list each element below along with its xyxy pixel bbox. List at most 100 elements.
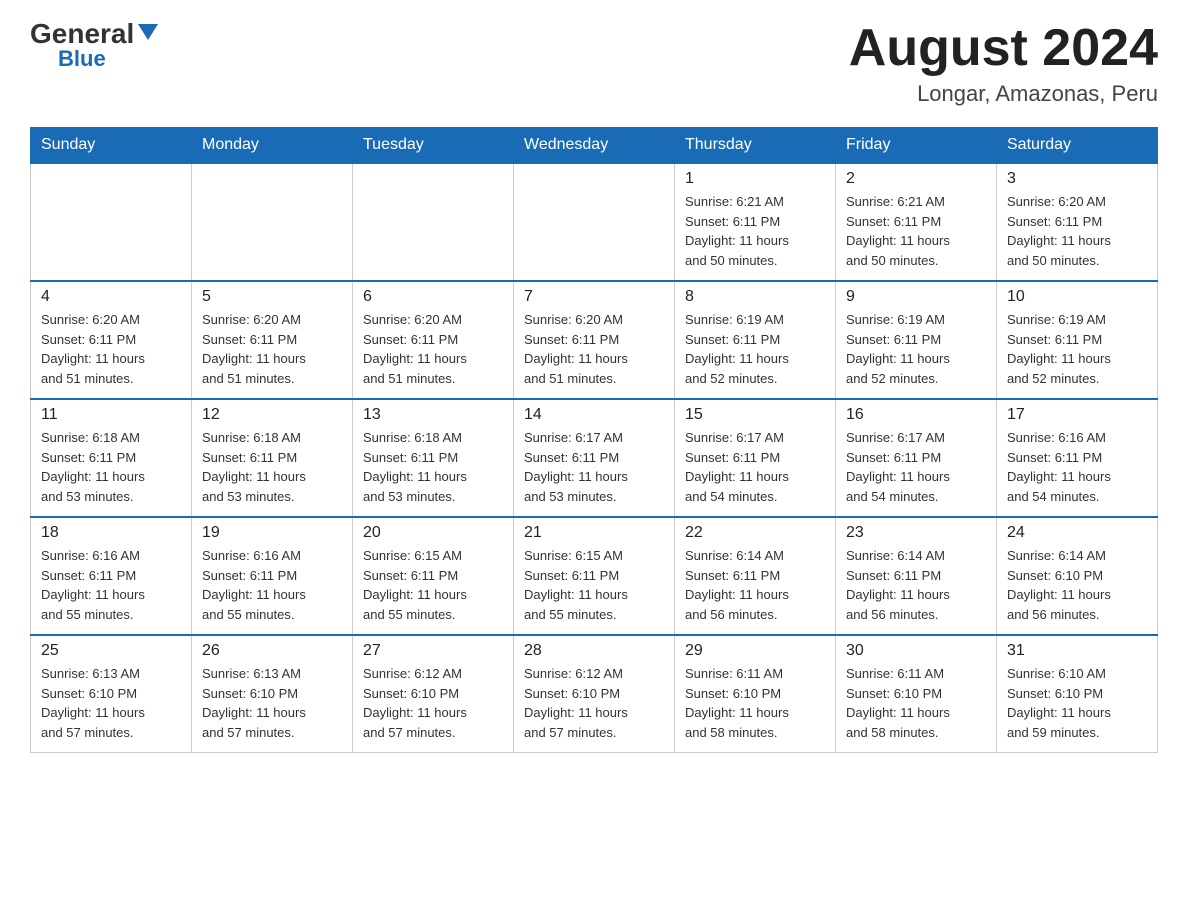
calendar-cell: 19 Sunrise: 6:16 AMSunset: 6:11 PMDayligh…: [192, 517, 353, 635]
month-title: August 2024: [849, 20, 1158, 77]
day-info: Sunrise: 6:17 AMSunset: 6:11 PMDaylight:…: [685, 428, 825, 506]
day-number: 18: [41, 524, 181, 542]
day-number: 31: [1007, 642, 1147, 660]
logo-triangle-icon: [138, 24, 158, 40]
day-number: 2: [846, 170, 986, 188]
weekday-header: Monday: [192, 128, 353, 164]
day-info: Sunrise: 6:20 AMSunset: 6:11 PMDaylight:…: [363, 310, 503, 388]
day-info: Sunrise: 6:14 AMSunset: 6:11 PMDaylight:…: [685, 546, 825, 624]
calendar-cell: 13 Sunrise: 6:18 AMSunset: 6:11 PMDayligh…: [353, 399, 514, 517]
weekday-header: Tuesday: [353, 128, 514, 164]
calendar-cell: 5 Sunrise: 6:20 AMSunset: 6:11 PMDaylight…: [192, 281, 353, 399]
day-info: Sunrise: 6:15 AMSunset: 6:11 PMDaylight:…: [524, 546, 664, 624]
logo-general-text: General: [30, 20, 134, 48]
day-info: Sunrise: 6:17 AMSunset: 6:11 PMDaylight:…: [846, 428, 986, 506]
weekday-header: Saturday: [997, 128, 1158, 164]
day-number: 10: [1007, 288, 1147, 306]
week-row: 4 Sunrise: 6:20 AMSunset: 6:11 PMDaylight…: [31, 281, 1158, 399]
day-info: Sunrise: 6:10 AMSunset: 6:10 PMDaylight:…: [1007, 664, 1147, 742]
day-number: 8: [685, 288, 825, 306]
day-info: Sunrise: 6:16 AMSunset: 6:11 PMDaylight:…: [1007, 428, 1147, 506]
calendar-cell: 11 Sunrise: 6:18 AMSunset: 6:11 PMDayligh…: [31, 399, 192, 517]
calendar-cell: 21 Sunrise: 6:15 AMSunset: 6:11 PMDayligh…: [514, 517, 675, 635]
calendar-cell: 20 Sunrise: 6:15 AMSunset: 6:11 PMDayligh…: [353, 517, 514, 635]
day-number: 11: [41, 406, 181, 424]
day-info: Sunrise: 6:18 AMSunset: 6:11 PMDaylight:…: [41, 428, 181, 506]
day-info: Sunrise: 6:20 AMSunset: 6:11 PMDaylight:…: [202, 310, 342, 388]
calendar-cell: 23 Sunrise: 6:14 AMSunset: 6:11 PMDayligh…: [836, 517, 997, 635]
day-number: 7: [524, 288, 664, 306]
day-info: Sunrise: 6:19 AMSunset: 6:11 PMDaylight:…: [685, 310, 825, 388]
day-number: 29: [685, 642, 825, 660]
calendar-cell: 30 Sunrise: 6:11 AMSunset: 6:10 PMDayligh…: [836, 635, 997, 753]
calendar-cell: 17 Sunrise: 6:16 AMSunset: 6:11 PMDayligh…: [997, 399, 1158, 517]
day-info: Sunrise: 6:15 AMSunset: 6:11 PMDaylight:…: [363, 546, 503, 624]
day-number: 19: [202, 524, 342, 542]
week-row: 11 Sunrise: 6:18 AMSunset: 6:11 PMDayligh…: [31, 399, 1158, 517]
day-number: 4: [41, 288, 181, 306]
day-info: Sunrise: 6:18 AMSunset: 6:11 PMDaylight:…: [363, 428, 503, 506]
calendar-cell: 6 Sunrise: 6:20 AMSunset: 6:11 PMDaylight…: [353, 281, 514, 399]
week-row: 1 Sunrise: 6:21 AMSunset: 6:11 PMDaylight…: [31, 163, 1158, 281]
calendar-cell: [514, 163, 675, 281]
calendar-cell: 29Sunrise: 6:11 AMSunset: 6:10 PMDayligh…: [675, 635, 836, 753]
day-number: 1: [685, 170, 825, 188]
day-number: 25: [41, 642, 181, 660]
week-row: 25 Sunrise: 6:13 AMSunset: 6:10 PMDayligh…: [31, 635, 1158, 753]
day-number: 20: [363, 524, 503, 542]
page-header: General Blue August 2024 Longar, Amazona…: [30, 20, 1158, 107]
calendar-cell: 28 Sunrise: 6:12 AMSunset: 6:10 PMDayligh…: [514, 635, 675, 753]
calendar-cell: 25 Sunrise: 6:13 AMSunset: 6:10 PMDayligh…: [31, 635, 192, 753]
day-number: 23: [846, 524, 986, 542]
day-number: 12: [202, 406, 342, 424]
calendar-cell: [31, 163, 192, 281]
calendar-cell: 12 Sunrise: 6:18 AMSunset: 6:11 PMDayligh…: [192, 399, 353, 517]
day-number: 26: [202, 642, 342, 660]
day-number: 28: [524, 642, 664, 660]
day-number: 22: [685, 524, 825, 542]
calendar-cell: 31 Sunrise: 6:10 AMSunset: 6:10 PMDayligh…: [997, 635, 1158, 753]
day-info: Sunrise: 6:18 AMSunset: 6:11 PMDaylight:…: [202, 428, 342, 506]
day-info: Sunrise: 6:20 AMSunset: 6:11 PMDaylight:…: [41, 310, 181, 388]
logo: General Blue: [30, 20, 158, 70]
calendar-cell: 27 Sunrise: 6:12 AMSunset: 6:10 PMDayligh…: [353, 635, 514, 753]
day-number: 17: [1007, 406, 1147, 424]
calendar-cell: 9 Sunrise: 6:19 AMSunset: 6:11 PMDaylight…: [836, 281, 997, 399]
weekday-header: Friday: [836, 128, 997, 164]
day-info: Sunrise: 6:19 AMSunset: 6:11 PMDaylight:…: [1007, 310, 1147, 388]
day-number: 21: [524, 524, 664, 542]
day-number: 27: [363, 642, 503, 660]
day-number: 9: [846, 288, 986, 306]
calendar-cell: 26 Sunrise: 6:13 AMSunset: 6:10 PMDayligh…: [192, 635, 353, 753]
day-info: Sunrise: 6:13 AMSunset: 6:10 PMDaylight:…: [41, 664, 181, 742]
day-info: Sunrise: 6:16 AMSunset: 6:11 PMDaylight:…: [202, 546, 342, 624]
day-info: Sunrise: 6:16 AMSunset: 6:11 PMDaylight:…: [41, 546, 181, 624]
day-info: Sunrise: 6:14 AMSunset: 6:11 PMDaylight:…: [846, 546, 986, 624]
title-block: August 2024 Longar, Amazonas, Peru: [849, 20, 1158, 107]
day-info: Sunrise: 6:19 AMSunset: 6:11 PMDaylight:…: [846, 310, 986, 388]
weekday-header: Sunday: [31, 128, 192, 164]
day-info: Sunrise: 6:20 AMSunset: 6:11 PMDaylight:…: [524, 310, 664, 388]
calendar-cell: 14Sunrise: 6:17 AMSunset: 6:11 PMDayligh…: [514, 399, 675, 517]
calendar-cell: 1 Sunrise: 6:21 AMSunset: 6:11 PMDaylight…: [675, 163, 836, 281]
day-info: Sunrise: 6:12 AMSunset: 6:10 PMDaylight:…: [363, 664, 503, 742]
day-info: Sunrise: 6:17 AMSunset: 6:11 PMDaylight:…: [524, 428, 664, 506]
day-info: Sunrise: 6:21 AMSunset: 6:11 PMDaylight:…: [685, 192, 825, 270]
day-info: Sunrise: 6:12 AMSunset: 6:10 PMDaylight:…: [524, 664, 664, 742]
location-title: Longar, Amazonas, Peru: [849, 81, 1158, 107]
day-info: Sunrise: 6:13 AMSunset: 6:10 PMDaylight:…: [202, 664, 342, 742]
day-number: 5: [202, 288, 342, 306]
day-number: 6: [363, 288, 503, 306]
calendar-cell: [353, 163, 514, 281]
calendar-cell: 16Sunrise: 6:17 AMSunset: 6:11 PMDayligh…: [836, 399, 997, 517]
calendar-cell: [192, 163, 353, 281]
weekday-header: Wednesday: [514, 128, 675, 164]
day-number: 13: [363, 406, 503, 424]
day-number: 24: [1007, 524, 1147, 542]
day-info: Sunrise: 6:21 AMSunset: 6:11 PMDaylight:…: [846, 192, 986, 270]
calendar-cell: 2 Sunrise: 6:21 AMSunset: 6:11 PMDaylight…: [836, 163, 997, 281]
day-info: Sunrise: 6:11 AMSunset: 6:10 PMDaylight:…: [846, 664, 986, 742]
calendar-cell: 4 Sunrise: 6:20 AMSunset: 6:11 PMDaylight…: [31, 281, 192, 399]
day-number: 30: [846, 642, 986, 660]
calendar-cell: 3Sunrise: 6:20 AMSunset: 6:11 PMDaylight…: [997, 163, 1158, 281]
